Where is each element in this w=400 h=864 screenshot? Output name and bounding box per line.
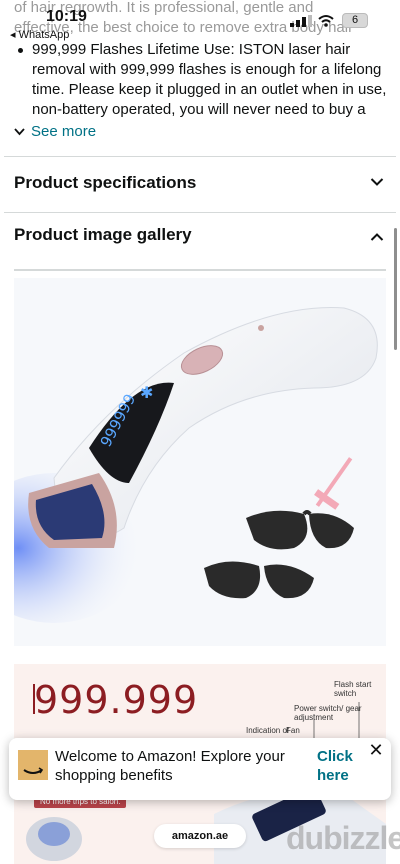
product-image-gallery-title: Product image gallery [14, 225, 192, 244]
close-icon[interactable]: ✕ [367, 741, 385, 759]
back-app-label: WhatsApp [18, 29, 70, 41]
signal-icon [290, 15, 312, 27]
battery-icon: 6 [342, 13, 368, 28]
welcome-message: Welcome to Amazon! Explore your shopping… [55, 748, 285, 784]
svg-text:✱: ✱ [140, 385, 153, 402]
welcome-banner: Welcome to Amazon! Explore your shopping… [9, 738, 391, 800]
scrollbar[interactable] [394, 228, 397, 350]
amazon-logo-icon [18, 750, 48, 780]
back-to-app-link[interactable]: ◂ WhatsApp [10, 28, 69, 41]
click-here-link[interactable]: Click here [317, 747, 367, 785]
wifi-icon [318, 15, 334, 27]
status-bar: 10:19 ◂ WhatsApp 6 [0, 0, 400, 44]
see-more-link[interactable]: See more [14, 123, 96, 140]
description-bullet: 999,999 Flashes Lifetime Use: ISTON lase… [14, 40, 394, 120]
status-time: 10:19 [46, 8, 87, 25]
divider [4, 212, 396, 213]
divider [4, 156, 396, 157]
address-bar-url[interactable]: amazon.ae [154, 824, 246, 848]
gallery-divider [14, 269, 386, 271]
chevron-up-icon [370, 233, 384, 241]
chevron-down-icon [14, 127, 25, 135]
gallery-image-device[interactable]: 999999 ✱ [14, 278, 386, 646]
product-specifications-title: Product specifications [14, 173, 197, 192]
ipl-device-illustration: 999999 ✱ [14, 307, 378, 623]
see-more-label: See more [31, 123, 97, 140]
chevron-down-icon [370, 178, 384, 186]
watermark-logo: dubizzle [286, 820, 400, 856]
